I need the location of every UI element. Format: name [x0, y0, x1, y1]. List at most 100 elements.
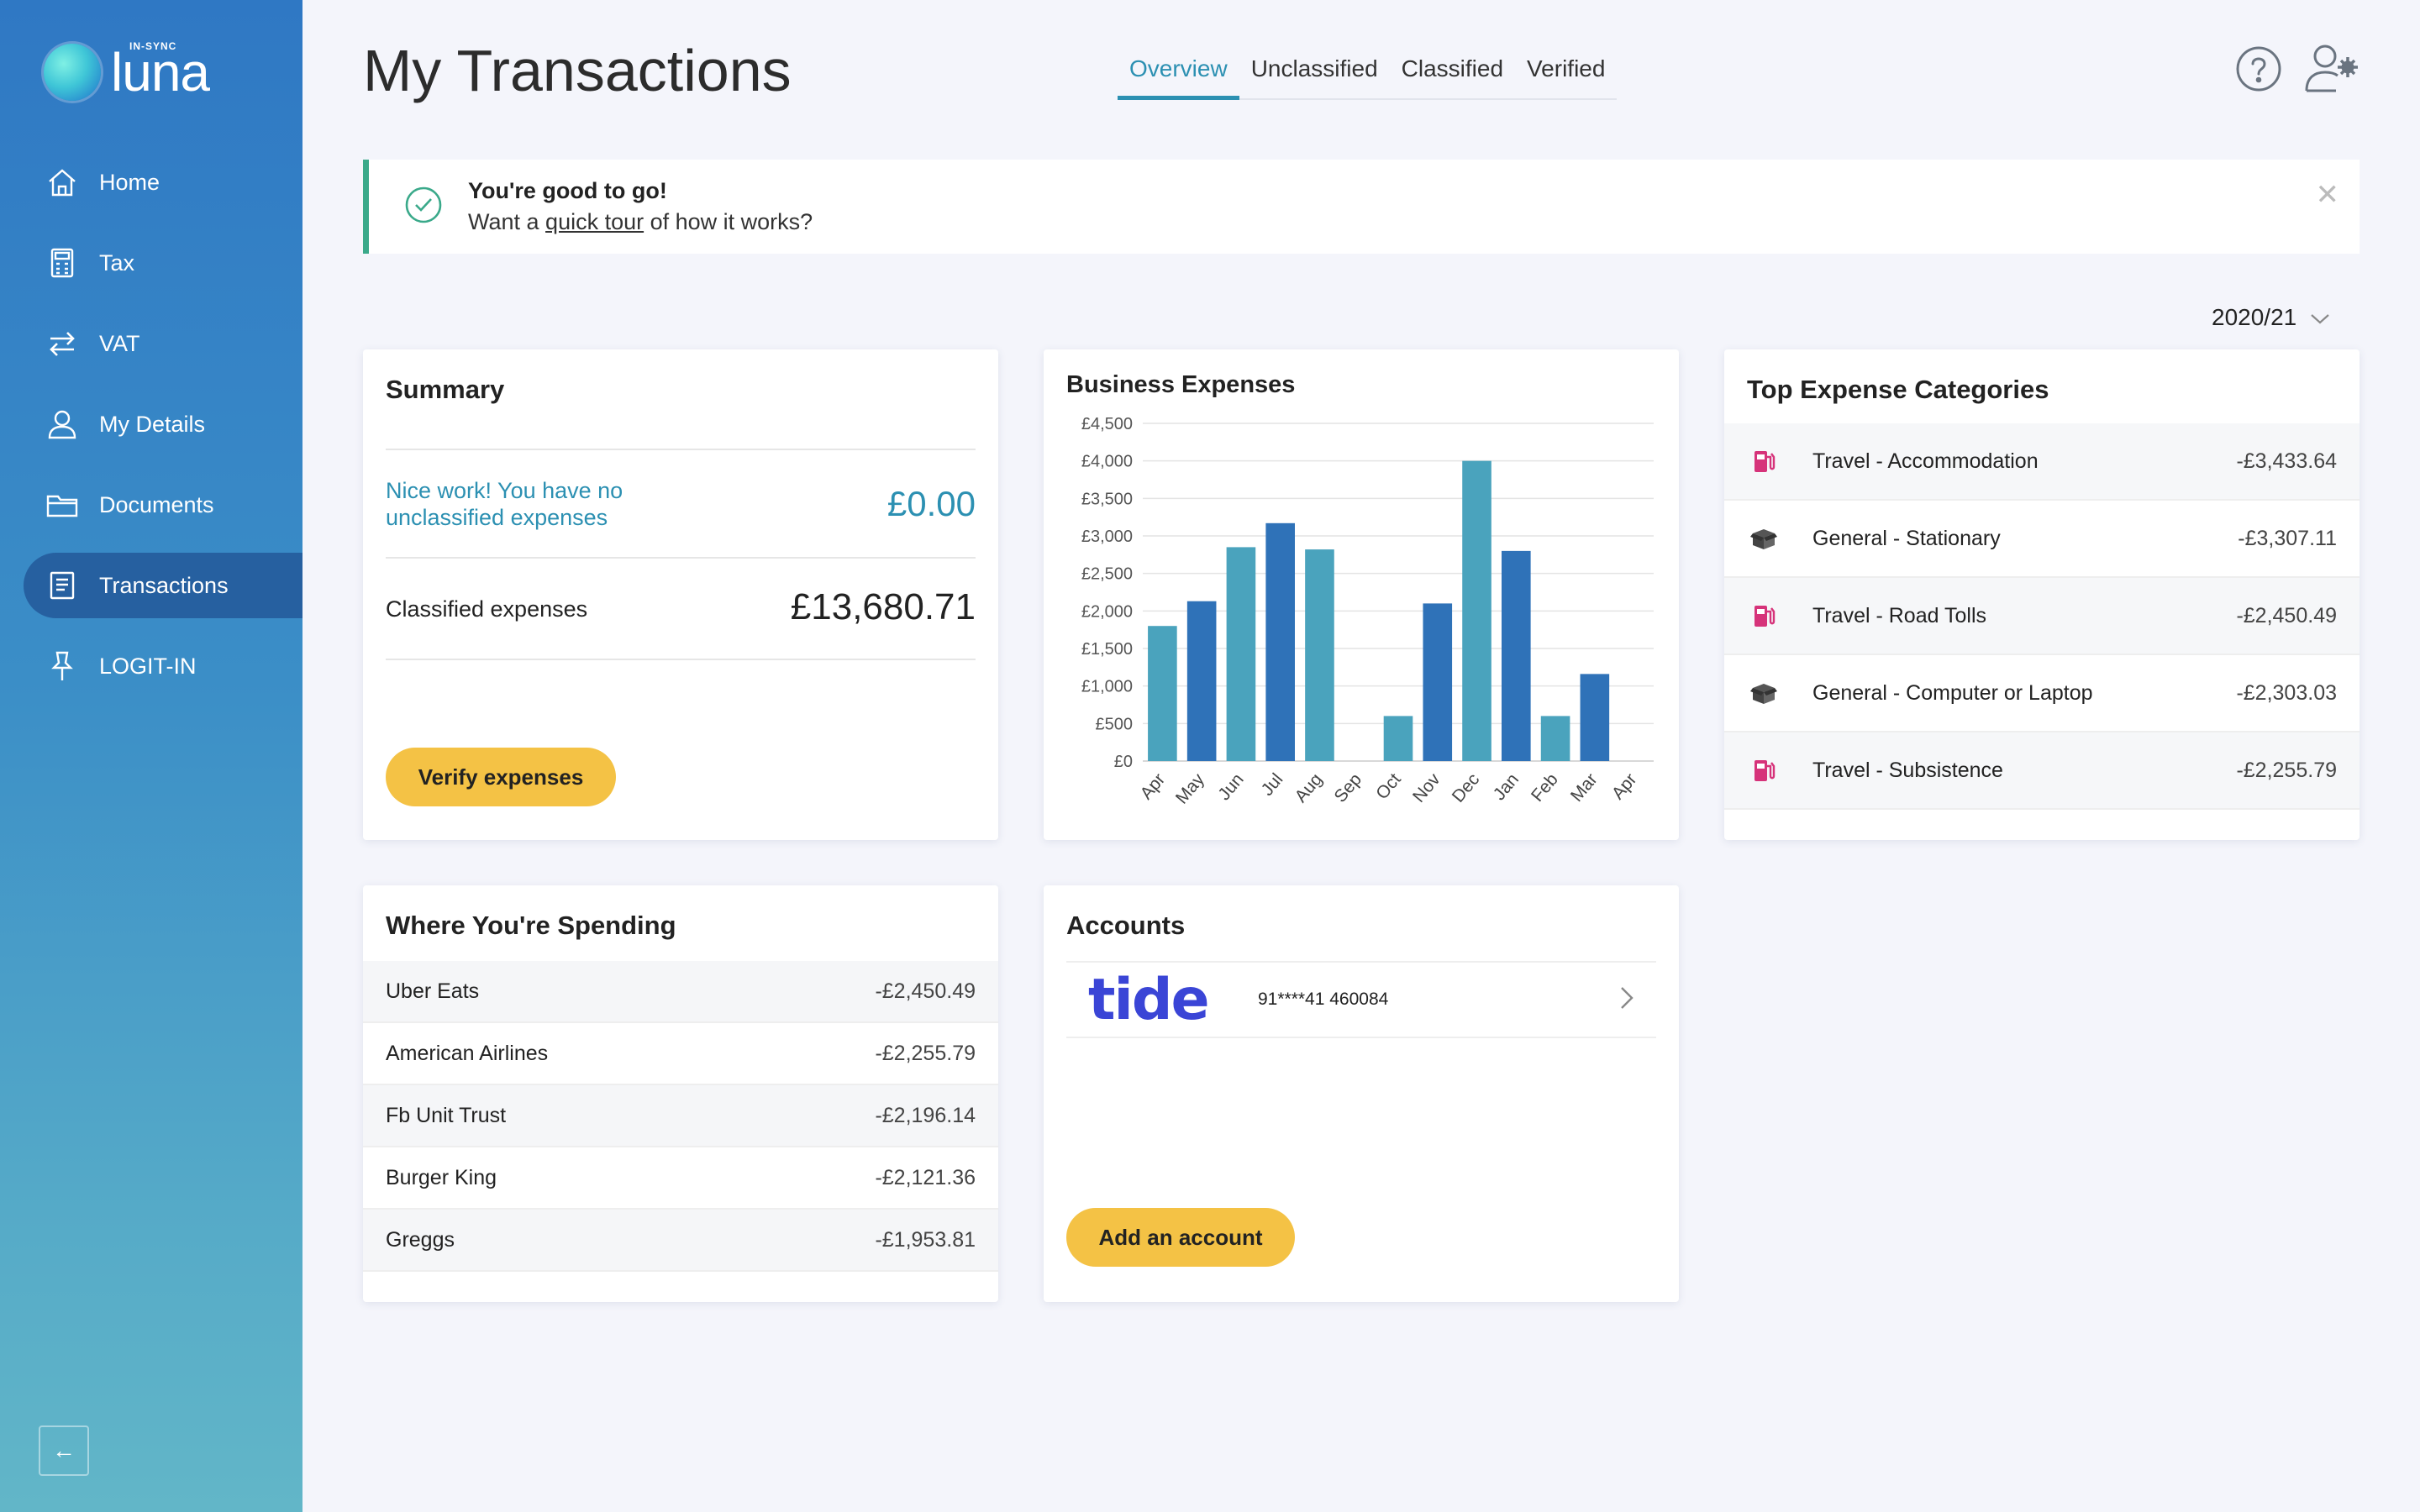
sidebar-item-transactions[interactable]: Transactions — [24, 553, 302, 618]
tab-unclassified[interactable]: Unclassified — [1239, 52, 1390, 98]
x-tick-label: Apr — [1137, 769, 1170, 803]
category-name: General - Stationary — [1812, 526, 2001, 550]
spending-card: Where You're Spending Uber Eats -£2,450.… — [363, 885, 998, 1302]
list-item[interactable]: Uber Eats -£2,450.49 — [363, 961, 998, 1023]
list-item[interactable]: Greggs -£1,953.81 — [363, 1210, 998, 1272]
x-tick-label: Aug — [1292, 769, 1327, 806]
x-tick-label: Nov — [1409, 769, 1444, 806]
divider — [386, 557, 976, 559]
chevron-down-icon — [2310, 304, 2330, 331]
tab-classified[interactable]: Classified — [1390, 52, 1515, 98]
y-tick-label: £2,000 — [1081, 602, 1133, 621]
x-tick-label: Sep — [1330, 769, 1365, 806]
quick-tour-link[interactable]: quick tour — [545, 209, 644, 234]
top-categories-card: Top Expense Categories Travel - Accommod… — [1724, 349, 2360, 840]
chart-bar[interactable] — [1540, 716, 1570, 761]
folder-icon — [45, 488, 79, 522]
home-icon — [45, 165, 79, 199]
category-list: Travel - Accommodation -£3,433.64 Genera… — [1724, 423, 2360, 810]
receipt-icon — [45, 569, 79, 602]
list-item[interactable]: Fb Unit Trust -£2,196.14 — [363, 1085, 998, 1147]
category-amount: -£2,255.79 — [2236, 758, 2337, 782]
chart-bar[interactable] — [1265, 522, 1295, 761]
x-tick-label: Jan — [1490, 769, 1523, 804]
tab-overview[interactable]: Overview — [1118, 52, 1239, 100]
chart-bar[interactable] — [1226, 547, 1256, 761]
list-item[interactable]: Burger King -£2,121.36 — [363, 1147, 998, 1210]
close-icon[interactable]: ✕ — [2316, 178, 2340, 212]
x-tick-label: Feb — [1528, 769, 1562, 806]
spending-title: Where You're Spending — [386, 911, 676, 940]
chart-bar[interactable] — [1148, 626, 1177, 761]
list-item[interactable]: Travel - Subsistence -£2,255.79 — [1724, 732, 2360, 810]
y-tick-label: £500 — [1096, 715, 1134, 733]
top-categories-title: Top Expense Categories — [1747, 375, 2049, 404]
merchant-name: Burger King — [386, 1165, 497, 1189]
account-row[interactable]: tide 91****41 460084 — [1066, 961, 1656, 1038]
chart-bar[interactable] — [1383, 716, 1413, 761]
category-name: Travel - Accommodation — [1812, 449, 2039, 473]
y-tick-label: £4,000 — [1081, 453, 1133, 471]
sidebar-item-tax[interactable]: Tax — [24, 230, 302, 296]
sidebar-item-vat[interactable]: VAT — [24, 311, 302, 376]
divider — [386, 659, 976, 660]
list-item[interactable]: Travel - Road Tolls -£2,450.49 — [1724, 578, 2360, 655]
luna-logo[interactable]: IN-SYNC luna — [44, 40, 210, 101]
x-tick-label: May — [1172, 769, 1208, 808]
x-tick-label: Oct — [1372, 769, 1405, 803]
y-tick-label: £3,000 — [1081, 528, 1133, 546]
category-amount: -£2,303.03 — [2236, 680, 2337, 705]
user-settings-icon[interactable] — [2304, 42, 2361, 98]
category-amount: -£2,450.49 — [2236, 603, 2337, 627]
chart-bar[interactable] — [1423, 603, 1453, 761]
chart-bar[interactable] — [1580, 674, 1610, 761]
tax-year-select[interactable]: 2020/21 — [2212, 304, 2330, 331]
sidebar-item-label: Transactions — [99, 572, 229, 598]
chart-bar[interactable] — [1305, 549, 1334, 761]
chevron-right-icon — [1619, 985, 1634, 1015]
classified-total: £13,680.71 — [790, 586, 976, 627]
merchant-amount: -£2,121.36 — [875, 1165, 976, 1189]
unclassified-total: £0.00 — [886, 484, 976, 523]
tax-year-value: 2020/21 — [2212, 304, 2297, 330]
chart-bar[interactable] — [1462, 460, 1491, 761]
merchant-amount: -£2,450.49 — [875, 979, 976, 1003]
y-tick-label: £1,500 — [1081, 640, 1133, 659]
help-icon[interactable] — [2235, 45, 2282, 97]
sidebar-item-home[interactable]: Home — [24, 150, 302, 215]
page-title: My Transactions — [363, 38, 792, 103]
business-expenses-card: Business Expenses £0 £500 £1,000 £1,500 £2,0… — [1044, 349, 1679, 840]
category-amount: -£3,307.11 — [2238, 526, 2337, 550]
welcome-banner: You're good to go! Want a quick tour of … — [363, 160, 2360, 254]
add-account-button[interactable]: Add an account — [1066, 1208, 1295, 1267]
x-tick-label: Dec — [1449, 769, 1484, 806]
x-tick-label: Jul — [1258, 769, 1287, 799]
divider — [386, 449, 976, 450]
list-item[interactable]: General - Computer or Laptop -£2,303.03 — [1724, 655, 2360, 732]
sidebar-nav: Home Tax VAT My Details Documents Transa… — [24, 150, 302, 714]
merchant-amount: -£1,953.81 — [875, 1227, 976, 1252]
sidebar-item-label: Tax — [99, 249, 135, 276]
sidebar-item-documents[interactable]: Documents — [24, 472, 302, 538]
box-icon — [1747, 676, 1781, 710]
chart-bar[interactable] — [1502, 550, 1531, 761]
chart-bar[interactable] — [1186, 601, 1217, 761]
banner-text: Want a quick tour of how it works? — [468, 209, 813, 234]
verify-expenses-button[interactable]: Verify expenses — [386, 748, 616, 806]
y-tick-label: £2,500 — [1081, 565, 1133, 584]
box-icon — [1747, 522, 1781, 555]
tab-verified[interactable]: Verified — [1515, 52, 1617, 98]
list-item[interactable]: American Airlines -£2,255.79 — [363, 1023, 998, 1085]
list-item[interactable]: General - Stationary -£3,307.11 — [1724, 501, 2360, 578]
business-expenses-chart: £0 £500 £1,000 £1,500 £2,000 £2,500 £3,000 £3,5… — [1081, 415, 1654, 808]
transaction-tabs: Overview Unclassified Classified Verifie… — [1118, 52, 1618, 100]
sidebar-item-logit-in[interactable]: LOGIT-IN — [24, 633, 302, 699]
summary-card: Summary Nice work! You have no unclassif… — [363, 349, 998, 840]
list-item[interactable]: Travel - Accommodation -£3,433.64 — [1724, 423, 2360, 501]
sidebar-item-my-details[interactable]: My Details — [24, 391, 302, 457]
collapse-sidebar-button[interactable]: ← — [39, 1425, 89, 1476]
unclassified-note: Nice work! You have no unclassified expe… — [386, 478, 623, 530]
x-tick-label: Jun — [1214, 769, 1247, 804]
logo-tagline: IN-SYNC — [129, 40, 177, 52]
fuel-pump-icon — [1747, 753, 1781, 787]
